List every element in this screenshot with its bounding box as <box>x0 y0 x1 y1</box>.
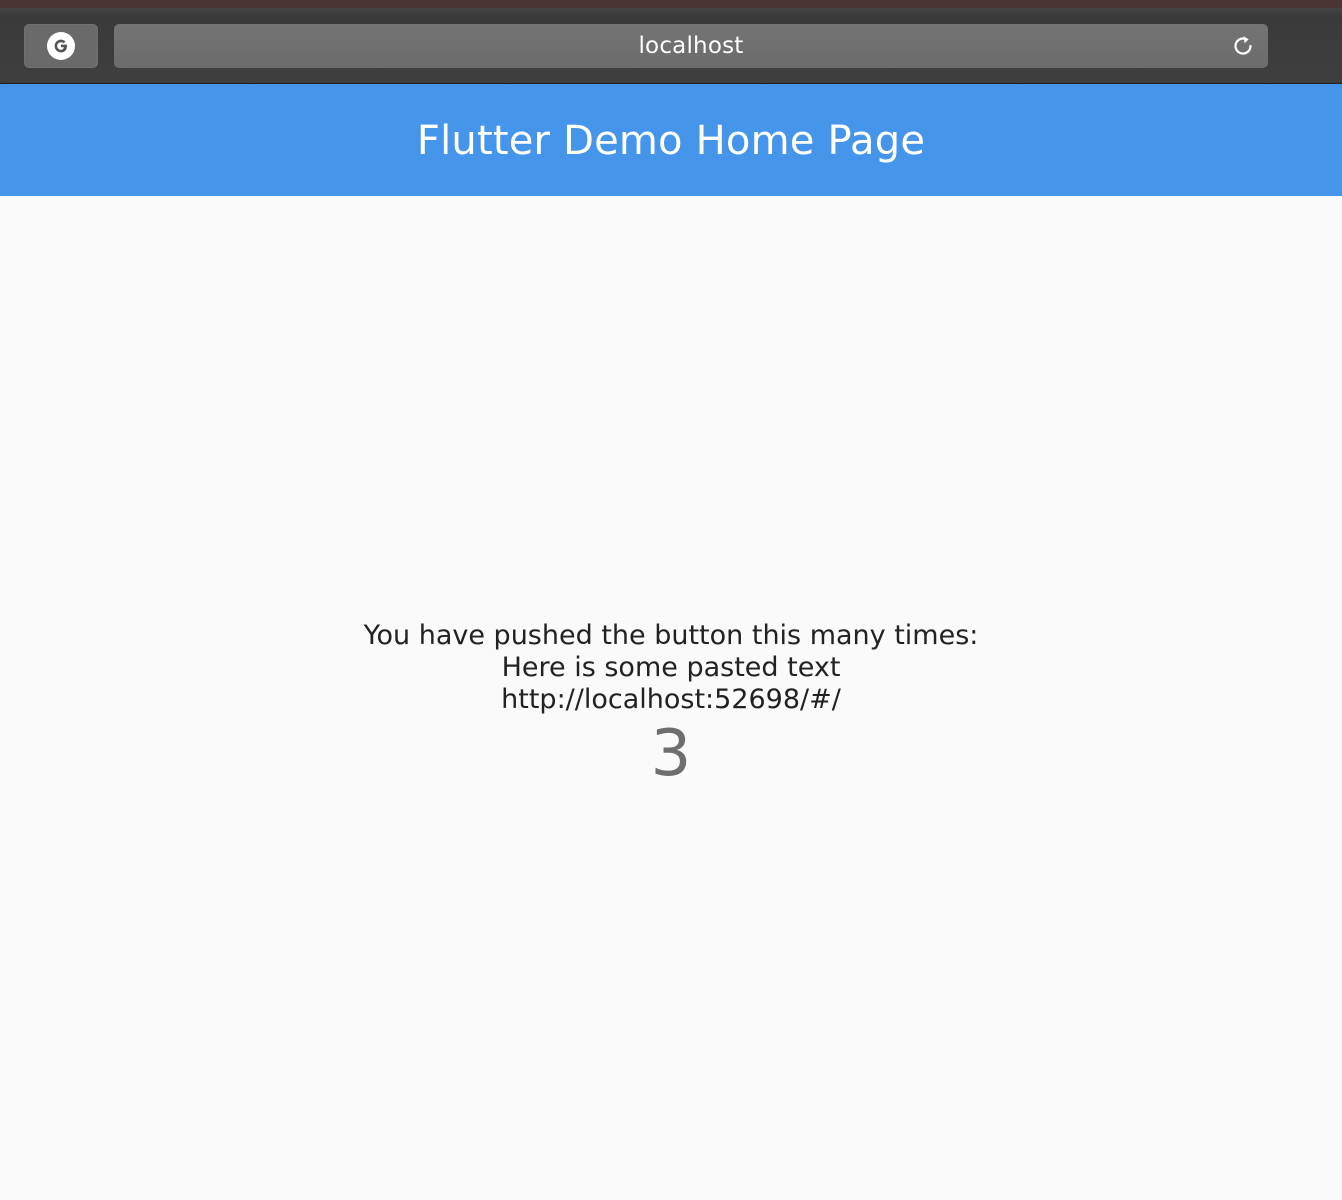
counter-description: You have pushed the button this many tim… <box>363 620 979 651</box>
reload-icon[interactable] <box>1230 33 1256 59</box>
page-title: Flutter Demo Home Page <box>416 118 926 164</box>
url-text: http://localhost:52698/#/ <box>501 684 841 715</box>
browser-toolbar: localhost <box>0 0 1342 84</box>
content-column: You have pushed the button this many tim… <box>0 620 1342 794</box>
address-bar[interactable]: localhost <box>114 24 1268 68</box>
address-text: localhost <box>638 33 744 59</box>
google-g-icon <box>47 32 75 60</box>
counter-value: 3 <box>650 717 692 791</box>
google-button[interactable] <box>24 24 98 68</box>
pasted-text: Here is some pasted text <box>501 652 841 683</box>
app-bar: Flutter Demo Home Page <box>0 84 1342 196</box>
